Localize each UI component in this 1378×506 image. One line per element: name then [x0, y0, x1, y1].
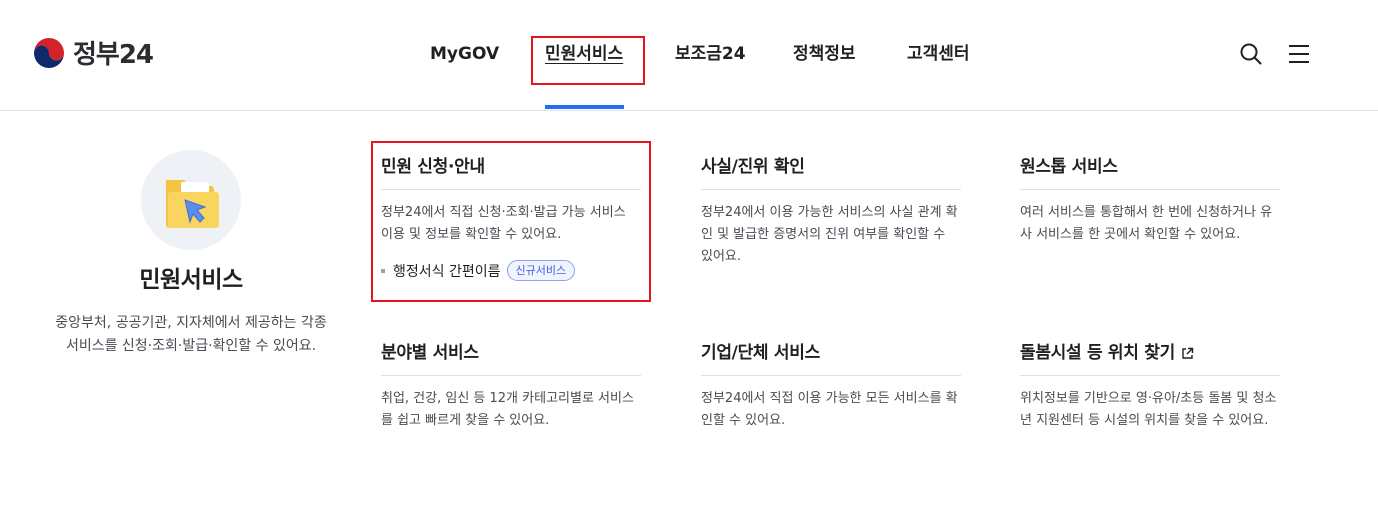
external-link-icon [1182, 347, 1194, 359]
folder-cursor-illustration-icon [141, 150, 241, 250]
taegeuk-logo-icon [32, 38, 66, 72]
card-description: 여러 서비스를 통합해서 한 번에 신청하거나 유사 서비스를 한 곳에서 확인… [1020, 205, 1273, 242]
card-title-link[interactable]: 원스톱 서비스 [1020, 152, 1280, 190]
card-business-service: 기업/단체 서비스 정부24에서 직접 이용 가능한 모든 서비스를 확인할 수… [701, 338, 961, 432]
nav-item-customer-center[interactable]: 고객센터 [907, 42, 970, 66]
search-icon [1240, 43, 1262, 65]
card-civil-application: 민원 신청·안내 정부24에서 직접 신청·조회·발급 가능 서비스 이용 및 … [381, 152, 641, 281]
logo-home-link[interactable]: 정부24 [31, 37, 154, 73]
card-title-link[interactable]: 돌봄시설 등 위치 찾기 [1020, 338, 1280, 376]
simple-form-link[interactable]: 행정서식 간편이름 [393, 261, 501, 281]
card-title-link[interactable]: 사실/진위 확인 [701, 152, 961, 190]
nav-item-mygov[interactable]: MyGOV [430, 42, 499, 66]
search-button[interactable] [1239, 42, 1263, 66]
nav-item-label: MyGOV [430, 44, 500, 64]
bullet-icon [381, 268, 385, 273]
site-header: 정부24 MyGOV 민원서비스 보조금24 정책정보 고객센터 [0, 0, 1378, 111]
hamburger-menu-icon [1289, 45, 1309, 63]
intro-description: 중앙부처, 공공기관, 지자체에서 제공하는 각종 서비스를 신청·조회·발급·… [55, 315, 327, 354]
nav-item-subsidy24[interactable]: 보조금24 [675, 42, 746, 66]
card-title-link[interactable]: 민원 신청·안내 [381, 152, 641, 190]
sub-link-row: 행정서식 간편이름 신규서비스 [381, 260, 641, 281]
card-title-link[interactable]: 분야별 서비스 [381, 338, 641, 376]
service-intro: 민원서비스 중앙부처, 공공기관, 지자체에서 제공하는 각종 서비스를 신청·… [50, 150, 332, 358]
card-title-link[interactable]: 기업/단체 서비스 [701, 338, 961, 376]
card-title-text: 돌봄시설 등 위치 찾기 [1020, 343, 1175, 363]
card-description: 정부24에서 직접 신청·조회·발급 가능 서비스 이용 및 정보를 확인할 수… [381, 205, 626, 242]
card-category-service: 분야별 서비스 취업, 건강, 임신 등 12개 카테고리별로 서비스를 쉽고 … [381, 338, 641, 432]
active-nav-indicator [545, 105, 624, 109]
nav-item-label: 정책정보 [793, 44, 856, 64]
card-description: 위치정보를 기반으로 영·유아/초등 돌봄 및 청소년 지원센터 등 시설의 위… [1020, 391, 1277, 428]
card-one-stop: 원스톱 서비스 여러 서비스를 통합해서 한 번에 신청하거나 유사 서비스를 … [1020, 152, 1280, 246]
card-fact-check: 사실/진위 확인 정부24에서 이용 가능한 서비스의 사실 관계 확인 및 발… [701, 152, 961, 268]
nav-item-policy-info[interactable]: 정책정보 [793, 42, 856, 66]
nav-item-label: 민원서비스 [545, 44, 624, 64]
card-description: 취업, 건강, 임신 등 12개 카테고리별로 서비스를 쉽고 빠르게 찾을 수… [381, 391, 634, 428]
card-description: 정부24에서 직접 이용 가능한 모든 서비스를 확인할 수 있어요. [701, 391, 958, 428]
menu-button[interactable] [1287, 42, 1311, 66]
intro-title: 민원서비스 [139, 267, 243, 293]
nav-item-label: 고객센터 [907, 44, 970, 64]
logo-text: 정부24 [73, 40, 154, 70]
card-care-facility: 돌봄시설 등 위치 찾기 위치정보를 기반으로 영·유아/초등 돌봄 및 청소년… [1020, 338, 1280, 432]
card-description: 정부24에서 이용 가능한 서비스의 사실 관계 확인 및 발급한 증명서의 진… [701, 205, 958, 264]
nav-item-civil-service[interactable]: 민원서비스 [545, 42, 623, 66]
nav-item-label: 보조금24 [675, 44, 746, 64]
new-service-badge: 신규서비스 [506, 260, 576, 281]
